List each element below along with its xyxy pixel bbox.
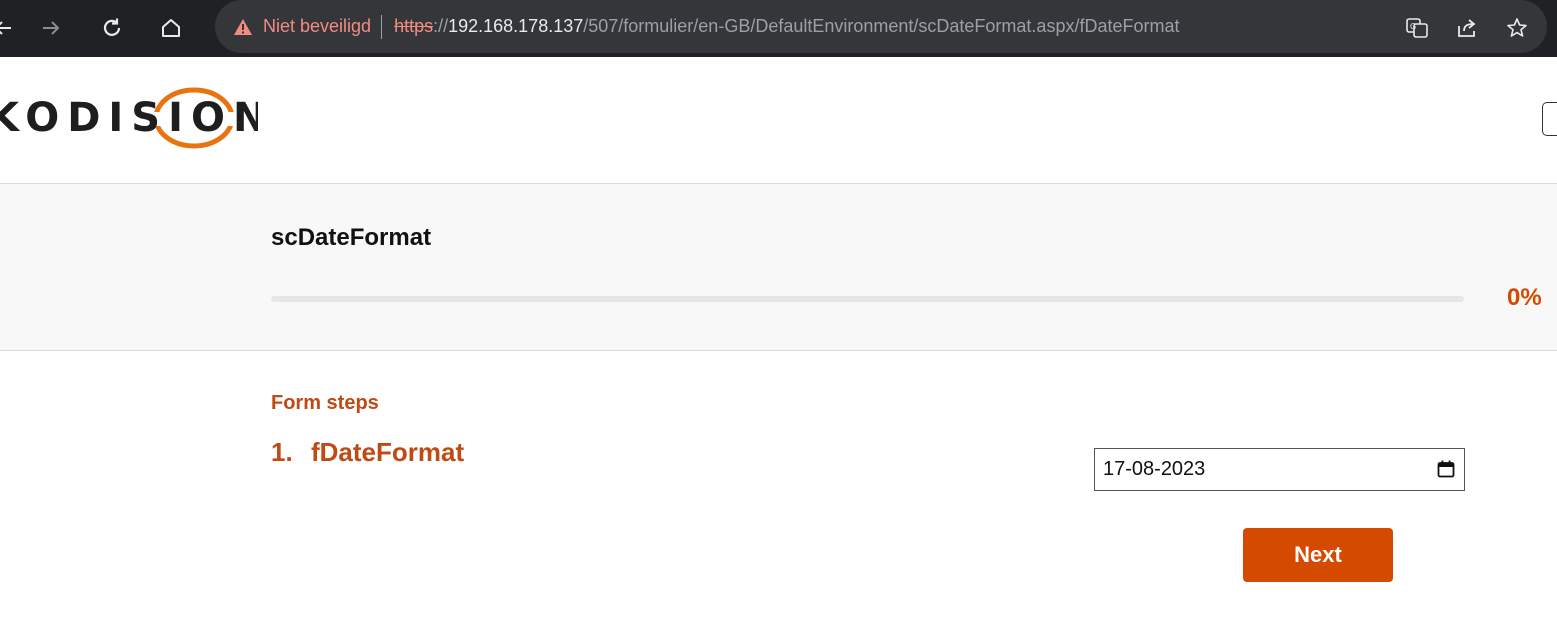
svg-text:G: G [1410, 22, 1416, 31]
step-item[interactable]: 1. fDateFormat [271, 437, 464, 468]
kodision-logo[interactable]: KODISION [0, 85, 258, 151]
share-icon[interactable] [1450, 11, 1484, 45]
divider [381, 14, 383, 39]
date-value: 17-08-2023 [1103, 458, 1206, 480]
steps-heading: Form steps [271, 392, 379, 414]
page-title: scDateFormat [271, 224, 432, 251]
site-header: KODISION [0, 57, 1557, 184]
progress-label: 0% [1507, 284, 1542, 311]
home-icon[interactable] [154, 11, 188, 45]
reload-icon[interactable] [95, 11, 129, 45]
translate-icon[interactable]: G [1400, 11, 1434, 45]
back-icon[interactable] [0, 11, 20, 45]
menu-button[interactable] [1542, 102, 1557, 136]
security-label[interactable]: Niet beveiligd [263, 16, 371, 37]
step-label: fDateFormat [311, 437, 465, 467]
url-separator: :// [433, 16, 449, 36]
url-host: 192.168.178.137 [448, 16, 584, 36]
date-field[interactable]: 17-08-2023 [1094, 448, 1465, 491]
progress-bar [271, 296, 1464, 302]
form-title-section: scDateFormat 0% [0, 184, 1557, 351]
browser-toolbar: Niet beveiligd https://192.168.178.137/5… [0, 0, 1557, 57]
logo-text: KODISION [0, 95, 258, 141]
warning-icon [234, 18, 252, 35]
calendar-icon[interactable] [1437, 460, 1455, 478]
address-bar[interactable]: Niet beveiligd https://192.168.178.137/5… [215, 0, 1547, 53]
bookmark-star-icon[interactable] [1500, 11, 1534, 45]
url-path: /507/formulier/en-GB/DefaultEnvironment/… [583, 16, 1180, 36]
url-scheme: https [394, 16, 434, 36]
step-number: 1. [271, 437, 293, 467]
forward-icon[interactable] [34, 11, 68, 45]
next-button[interactable]: Next [1243, 528, 1393, 582]
